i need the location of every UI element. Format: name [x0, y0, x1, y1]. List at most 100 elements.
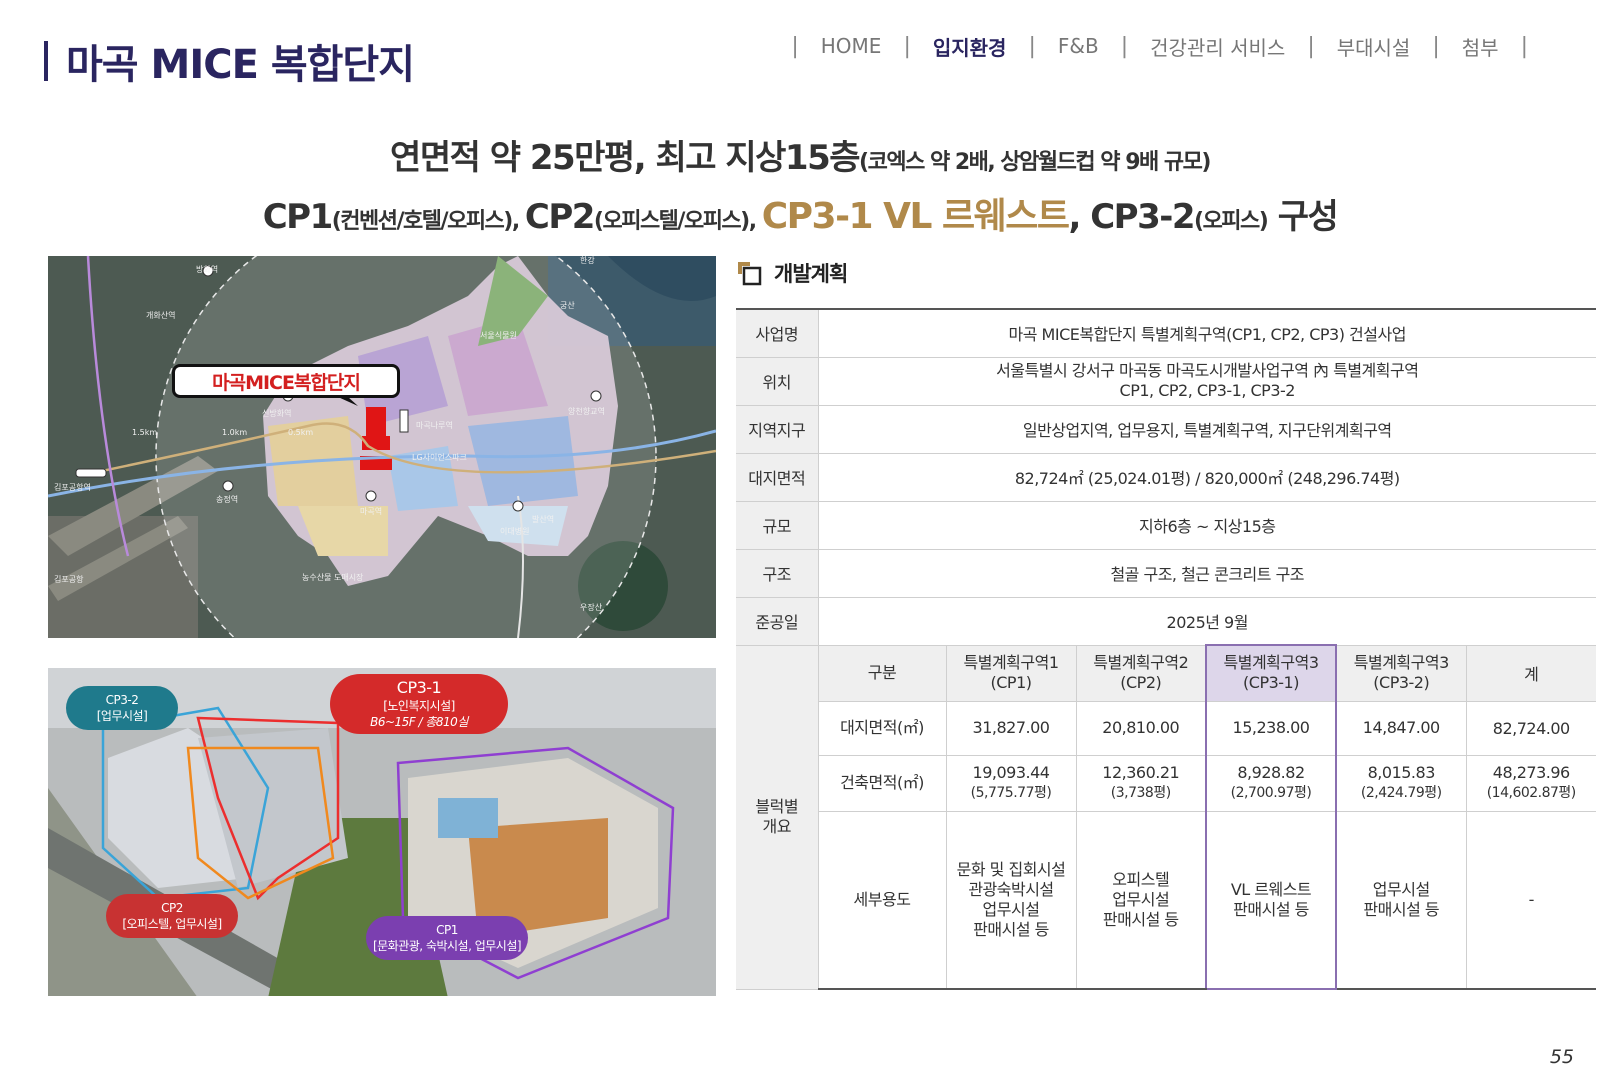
bubble-cp2: CP2 [오피스텔, 업무시설] [106, 894, 238, 938]
map-label-botanic-park: 서울식물원 [480, 331, 517, 340]
nav-item-home[interactable]: HOME [821, 34, 882, 58]
bubble-cp1-title: CP1 [436, 923, 458, 937]
block-building-area-total: 48,273.96 (14,602.87평) [1466, 755, 1596, 812]
usage-cp1-line: 문화 및 집회시설 [956, 859, 1066, 879]
bubble-cp1-desc: [문화관광, 숙박시설, 업무시설] [372, 939, 522, 953]
row-label-structure: 구조 [736, 549, 819, 598]
block-header-cp1-l1: 특별계획구역1 [963, 653, 1060, 672]
headline-highlight: CP3-1 VL 르웨스트 [761, 196, 1070, 237]
nav-item-facilities[interactable]: 부대시설 [1337, 32, 1411, 61]
section-title: 개발계획 [774, 262, 848, 286]
headline-cp2: CP2 [524, 197, 596, 237]
bubble-cp3-2-desc: [업무시설] [96, 709, 148, 723]
map-label-songjeong: 송정역 [216, 495, 239, 504]
table-row: 준공일 2025년 9월 [736, 597, 1596, 646]
location-line-1: 서울특별시 강서구 마곡동 마곡도시개발사업구역 內 특별계획구역 [996, 361, 1419, 380]
nav-item-health-service[interactable]: 건강관리 서비스 [1150, 32, 1285, 61]
building-area-cp3-1-m2: 8,928.82 [1237, 763, 1305, 782]
headline-end: 구성 [1267, 197, 1339, 237]
map-label-magok: 마곡역 [360, 507, 383, 516]
bubble-cp3-2-title: CP3-2 [105, 693, 139, 707]
block-building-area-cp3-2: 8,015.83 (2,424.79평) [1336, 755, 1467, 812]
block-usage-cp1: 문화 및 집회시설 관광숙박시설 업무시설 판매시설 등 [946, 811, 1077, 990]
usage-cp2-line: 오피스텔 [1112, 869, 1170, 889]
section-heading: 개발계획 [736, 258, 848, 288]
nav-separator: | [1120, 33, 1129, 59]
nav-separator: | [1520, 33, 1528, 59]
block-site-area-total: 82,724.00 [1466, 701, 1596, 756]
row-value-location: 서울특별시 강서구 마곡동 마곡도시개발사업구역 內 특별계획구역 CP1, C… [818, 357, 1596, 406]
table-row: 블럭별 개요 구분 특별계획구역1 (CP1) 특별계획구역2 (CP2) 특별… [736, 644, 1596, 990]
nav-item-fnb[interactable]: F&B [1058, 34, 1099, 58]
table-row: 사업명 마곡 MICE복합단지 특별계획구역(CP1, CP2, CP3) 건설… [736, 308, 1596, 358]
block-building-area-cp1: 19,093.44 (5,775.77평) [946, 755, 1077, 812]
block-header-cp3-1-l2: (CP3-1) [1243, 673, 1299, 693]
block-usage-cp3-2: 업무시설 판매시설 등 [1336, 811, 1467, 990]
building-area-cp3-2-py: (2,424.79평) [1360, 785, 1442, 801]
nav-item-location[interactable]: 입지환경 [933, 32, 1007, 61]
usage-cp3-2-line: 업무시설 [1372, 879, 1430, 899]
table-row: 규모 지하6층 ~ 지상15층 [736, 501, 1596, 550]
bubble-cp2-title: CP2 [161, 901, 183, 915]
nav-separator: | [1432, 33, 1440, 59]
block-header-cp2: 특별계획구역2 (CP2) [1076, 645, 1207, 702]
block-label-line-1: 블럭별 [755, 797, 799, 816]
table-row: 건축면적(㎡) 19,093.44 (5,775.77평) 12,360.21 … [736, 755, 1596, 812]
block-site-area-cp2: 20,810.00 [1076, 701, 1207, 756]
headline-cp32: , CP3-2 [1068, 197, 1195, 237]
map-label-market: 농수산물 도매시장 [302, 573, 364, 582]
bubble-cp1: CP1 [문화관광, 숙박시설, 업무시설] [366, 916, 528, 960]
building-area-cp2-m2: 12,360.21 [1102, 763, 1180, 782]
nav-separator: | [903, 33, 911, 59]
map-label-hangang: 한강 [580, 256, 595, 265]
table-row: 대지면적 82,724㎡ (25,024.01평) / 820,000㎡ (24… [736, 453, 1596, 502]
building-area-cp2-py: (3,738평) [1110, 785, 1171, 801]
map-label-magoknaru: 마곡나루역 [416, 421, 453, 430]
block-header-cp2-l1: 특별계획구역2 [1093, 653, 1189, 672]
aerial-map: 방화역 서울식물원 신방화역 마곡나루역 LG사이언스파크 양천향교역 송정역 … [48, 256, 716, 638]
map-label-ewha-hospital: 이대병원 [500, 527, 530, 536]
bubble-cp2-desc: [오피스텔, 업무시설] [122, 917, 222, 931]
block-label-line-2: 개요 [762, 817, 792, 836]
row-value-completion: 2025년 9월 [818, 597, 1596, 646]
usage-cp2-line: 판매시설 등 [1102, 909, 1179, 929]
row-value-structure: 철골 구조, 철근 콘크리트 구조 [818, 549, 1596, 598]
row-value-zoning: 일반상업지역, 업무용지, 특별계획구역, 지구단위계획구역 [818, 405, 1596, 454]
block-usage-total: - [1466, 811, 1596, 990]
block-header-cp2-l2: (CP2) [1120, 673, 1162, 692]
building-area-cp3-1-py: (2,700.97평) [1230, 785, 1312, 801]
row-value-scale: 지하6층 ~ 지상15층 [818, 501, 1596, 550]
usage-cp3-1-line: VL 르웨스트 [1230, 879, 1312, 899]
usage-cp1-line: 판매시설 등 [973, 919, 1049, 939]
map-label-balsan: 발산역 [532, 515, 555, 524]
table-row: 구조 철골 구조, 철근 콘크리트 구조 [736, 549, 1596, 598]
row-label-scale: 규모 [736, 501, 819, 550]
row-label-zoning: 지역지구 [736, 405, 819, 454]
title-accent-bar [44, 41, 48, 81]
block-header-cp3-1: 특별계획구역3 (CP3-1) [1205, 644, 1337, 702]
usage-cp2-line: 업무시설 [1112, 889, 1170, 909]
section-bracket-icon [738, 262, 762, 286]
map-label-lg-science-park: LG사이언스파크 [412, 453, 467, 462]
building-area-cp1-m2: 19,093.44 [972, 763, 1050, 782]
map-label-gungsan: 궁산 [560, 301, 575, 310]
usage-cp3-2-line: 판매시설 등 [1363, 899, 1440, 919]
block-site-area-cp3-2: 14,847.00 [1336, 701, 1467, 756]
nav-item-attachment[interactable]: 첨부 [1462, 32, 1499, 61]
top-navigation: | HOME | 입지환경 | F&B | 건강관리 서비스 | 부대시설 | … [769, 30, 1550, 62]
bubble-cp3-1-title: CP3-1 [396, 678, 442, 697]
bubble-cp3-1: CP3-1 [노인복지시설] B6~15F / 총810실 [330, 674, 508, 734]
block-usage-label: 세부용도 [818, 811, 947, 990]
map-label-gaehwasan: 개화산역 [146, 311, 176, 320]
table-row: 세부용도 문화 및 집회시설 관광숙박시설 업무시설 판매시설 등 오피스텔 업… [736, 811, 1596, 990]
block-header-total: 계 [1466, 645, 1596, 702]
block-header-cp3-2: 특별계획구역3 (CP3-2) [1336, 645, 1467, 702]
building-area-cp1-py: (5,775.77평) [970, 785, 1052, 801]
row-value-site-area: 82,724㎡ (25,024.01평) / 820,000㎡ (248,296… [818, 453, 1596, 502]
block-header-category: 구분 [818, 645, 947, 702]
map-label-radius-1000: 1.0km [222, 428, 248, 437]
block-header-cp3-2-l2: (CP3-2) [1373, 673, 1430, 692]
headline-scale: 연면적 약 25만평, 최고 지상15층(코엑스 약 2배, 상암월드컵 약 9… [0, 130, 1600, 179]
nav-separator: | [791, 33, 799, 59]
block-building-area-cp2: 12,360.21 (3,738평) [1076, 755, 1207, 812]
